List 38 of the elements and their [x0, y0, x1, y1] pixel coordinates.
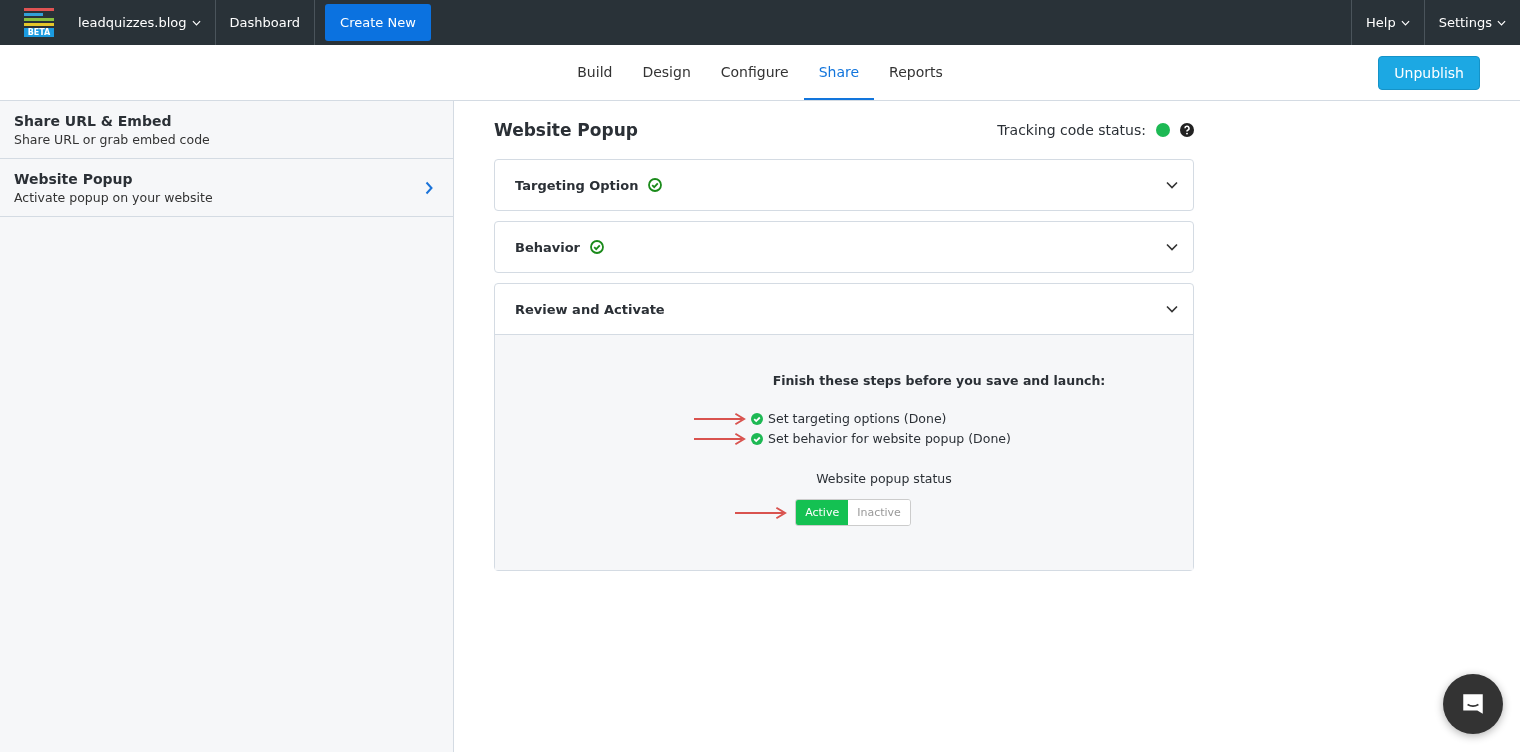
chevron-down-icon: [1166, 243, 1178, 251]
status-label: Website popup status: [816, 471, 952, 486]
item-subtitle: Activate popup on your website: [14, 190, 214, 205]
tab[interactable]: Build: [562, 45, 628, 100]
section-title: Targeting Option: [515, 177, 639, 193]
section-title: Behavior: [515, 239, 581, 255]
chat-button[interactable]: [1443, 674, 1503, 734]
step-text: Set targeting options (Done): [768, 411, 947, 426]
item-title: Website Popup: [14, 171, 134, 187]
sidebar-item[interactable]: Website Popup Activate popup on your website: [0, 159, 453, 217]
help-icon[interactable]: [1180, 123, 1194, 137]
tab[interactable]: Configure: [705, 45, 804, 100]
accordion-header[interactable]: Targeting Option: [495, 160, 1193, 210]
dashboard-link[interactable]: Dashboard: [214, 0, 316, 45]
workspace-dropdown[interactable]: leadquizzes.blog: [64, 0, 215, 45]
beta-badge: BETA: [24, 28, 54, 37]
tab[interactable]: Share: [803, 45, 875, 100]
caret-icon: [1497, 19, 1506, 26]
caret-icon: [1400, 19, 1410, 26]
accordion-header[interactable]: Review and Activate: [495, 284, 1193, 334]
review-heading: Finish these steps before you save and launch:: [772, 373, 1106, 388]
tab[interactable]: Reports: [874, 45, 958, 100]
step-text: Set behavior for website popup (Done): [768, 431, 1011, 446]
tab[interactable]: Design: [627, 45, 706, 100]
chevron-down-icon: [1166, 305, 1178, 313]
section-title: Review and Activate: [515, 301, 665, 317]
create-new-button[interactable]: Create New: [325, 4, 431, 41]
caret-icon: [191, 19, 201, 26]
menu-dropdown[interactable]: Help: [1351, 0, 1424, 45]
item-title: Share URL & Embed: [14, 113, 173, 129]
tracking-status-label: Tracking code status:: [997, 122, 1146, 138]
item-subtitle: Share URL or grab embed code: [14, 132, 211, 147]
menu-dropdown[interactable]: Settings: [1423, 0, 1520, 45]
accordion-header[interactable]: Behavior: [495, 222, 1193, 272]
chevron-down-icon: [1166, 181, 1178, 189]
sidebar-item[interactable]: Share URL & Embed Share URL or grab embed code: [0, 101, 453, 159]
chat-bubble-icon: [1460, 691, 1486, 717]
page-title: Website Popup: [494, 120, 638, 140]
